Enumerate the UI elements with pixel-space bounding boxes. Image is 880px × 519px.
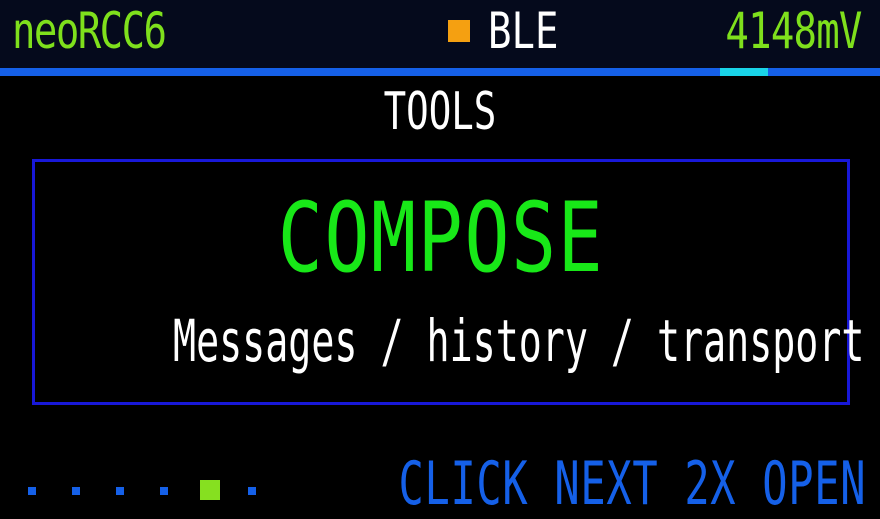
page-dot-active — [200, 480, 220, 500]
footer-hint: CLICK NEXT 2X OPEN — [398, 449, 866, 519]
status-progress-bar — [0, 68, 880, 76]
page-dot — [28, 487, 36, 495]
page-dot — [116, 487, 124, 495]
section-title: TOOLS — [383, 82, 497, 142]
page-dot — [72, 487, 80, 495]
header-bar: neoRCC6 BLE 4148mV — [0, 0, 880, 68]
menu-item-subtitle: Messages / history / transport — [173, 307, 865, 375]
page-dot — [160, 487, 168, 495]
menu-card[interactable]: COMPOSE Messages / history / transport — [32, 159, 865, 405]
device-name: neoRCC6 — [12, 2, 167, 60]
connection-label: BLE — [488, 2, 559, 60]
battery-voltage: 4148mV — [725, 2, 863, 60]
status-progress-fill — [720, 68, 768, 76]
ble-status-indicator — [448, 20, 470, 42]
menu-item-title: COMPOSE — [277, 182, 605, 294]
page-dot — [248, 487, 256, 495]
